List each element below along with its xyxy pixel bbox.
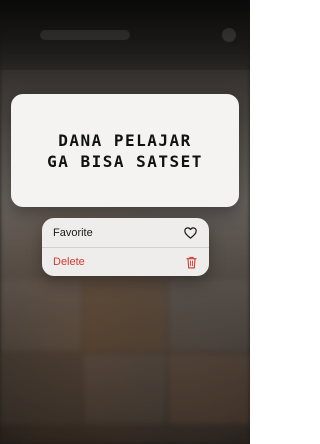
preview-text-line-2: GA BISA SATSET <box>47 151 203 171</box>
favorite-menu-item[interactable]: Favorite <box>42 218 209 247</box>
message-preview-card: DANA PELAJAR GA BISA SATSET <box>11 94 239 207</box>
screen: DANA PELAJAR GA BISA SATSET Favorite Del… <box>0 0 250 444</box>
delete-label: Delete <box>53 256 85 268</box>
delete-menu-item[interactable]: Delete <box>42 247 209 276</box>
trash-icon <box>186 256 197 269</box>
context-menu: Favorite Delete <box>42 218 209 276</box>
favorite-label: Favorite <box>53 226 93 239</box>
preview-text-line-1: DANA PELAJAR <box>58 130 192 150</box>
heart-icon <box>184 226 197 239</box>
